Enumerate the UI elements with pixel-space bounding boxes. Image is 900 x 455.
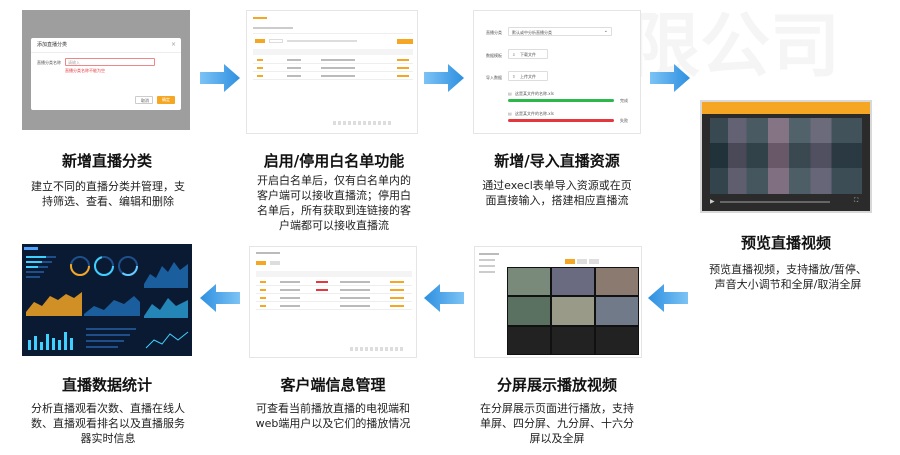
file2-status: 失败 [620,118,628,123]
file1-name: 这是某文件的名称.xls [515,91,554,96]
thumb-import-resources: 直播分类 默认或中分析直播分类 ⌄ 数据模板 ⇩ 下载文件 导入数据 ⇧ 上传文… [473,10,641,134]
upload-icon: ⇧ [512,74,516,79]
file2-name: 这是某文件的名称.xls [515,111,554,116]
category-select[interactable]: 默认或中分析直播分类 ⌄ [508,27,612,36]
section-desc-preview: 预览直播视频，支持播放/暂停、 声音大小调节和全屏/取消全屏 [709,263,867,291]
download-icon: ⇩ [512,52,516,57]
cancel-button[interactable]: 取消 [135,96,153,104]
file1-progress [508,99,614,102]
thumb-split-screen [474,246,642,358]
arrow-left-1 [648,284,688,312]
file2-progress [508,119,614,122]
section-desc-new-category: 建立不同的直播分类并管理，支 持筛选、查看、编辑和删除 [31,180,185,208]
fullscreen-icon[interactable]: ⛶ [854,198,858,204]
thumb-dashboard [22,244,192,356]
error-text: 直播分类名称不能为空 [65,68,105,73]
category-label: 直播分类 [486,30,502,35]
file-icon: ▤ [508,91,512,96]
section-title-whitelist: 启用/停用白名单功能 [263,152,405,170]
field-label: 直播分类名称 [37,60,61,65]
chevron-down-icon: ⌄ [603,28,608,34]
thumb-client-table [249,246,417,358]
arrow-right-1 [200,64,240,92]
thumb-whitelist-table [246,10,418,134]
dialog-title: 添加直播分类 [37,42,68,48]
split-grid[interactable] [507,267,639,355]
section-title-new-category: 新增直播分类 [61,152,152,170]
thumb-video-preview: ▶ ⛶ [700,100,872,213]
video-progress-bar[interactable] [720,201,830,203]
thumb-add-category: 添加直播分类 × 直播分类名称 请输入 直播分类名称不能为空 取消 确定 [22,10,190,130]
section-title-import: 新增/导入直播资源 [494,152,620,170]
section-desc-statistics: 分析直播观看次数、直播在线人 数、直播观看排名以及直播服务 器实时信息 [31,402,185,445]
arrow-right-3 [650,64,690,92]
section-desc-import: 通过execl表单导入资源或在页 面直接输入，搭建相应直播流 [482,179,632,207]
section-desc-client: 可查看当前播放直播的电视端和 web端用户以及它们的播放情况 [255,402,411,430]
close-icon[interactable]: × [171,42,176,48]
section-title-statistics: 直播数据统计 [61,376,152,394]
arrow-left-2 [424,284,464,312]
add-category-dialog: 添加直播分类 × 直播分类名称 请输入 直播分类名称不能为空 取消 确定 [31,38,181,110]
category-name-input[interactable]: 请输入 [65,58,155,66]
section-desc-whitelist: 开启白名单后，仅有白名单内的 客户端可以接收直播流；停用白 名单后，所有获取到连… [257,174,411,232]
arrow-left-3 [200,284,240,312]
upload-file-button[interactable]: ⇧ 上传文件 [508,71,548,81]
download-file-button[interactable]: ⇩ 下载文件 [508,49,548,59]
file-icon: ▤ [508,111,512,116]
section-desc-split-screen: 在分屏展示页面进行播放，支持 单屏、四分屏、九分屏、十六分 屏以及全屏 [480,402,634,445]
dashboard-graphic [22,244,192,356]
import-label: 导入数据 [486,75,502,80]
template-label: 数据模板 [486,53,502,58]
section-title-preview: 预览直播视频 [740,234,831,252]
ok-button[interactable]: 确定 [157,96,175,104]
play-icon[interactable]: ▶ [710,199,715,205]
section-title-split-screen: 分屏展示播放视频 [496,376,617,394]
arrow-right-2 [424,64,464,92]
section-title-client: 客户端信息管理 [280,376,386,394]
file1-status: 完成 [620,98,628,103]
